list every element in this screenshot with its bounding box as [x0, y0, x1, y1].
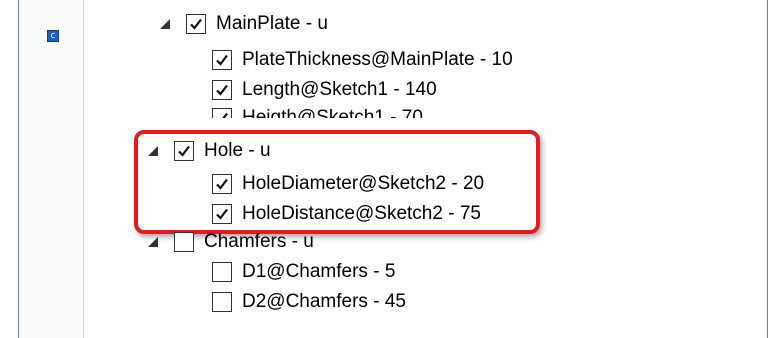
clipped-row: Heigth@Sketch1 - 70 — [200, 104, 600, 118]
tree-item-label: D1@Chamfers - 5 — [242, 261, 396, 282]
tree-item-label: D2@Chamfers - 45 — [242, 291, 406, 312]
tree-item[interactable]: D1@Chamfers - 5 — [212, 258, 395, 286]
checkbox[interactable] — [212, 292, 232, 312]
tree-item[interactable]: Length@Sketch1 - 140 — [212, 76, 437, 104]
tree-item-label: Length@Sketch1 - 140 — [242, 79, 437, 100]
checkbox[interactable] — [212, 262, 232, 282]
expand-triangle-icon[interactable] — [160, 19, 170, 29]
left-gutter: c — [19, 0, 84, 338]
expand-triangle-icon[interactable] — [148, 237, 158, 247]
checkbox[interactable] — [174, 232, 194, 252]
tree-group-mainplate[interactable]: MainPlate - u — [160, 10, 328, 38]
checkbox[interactable] — [212, 108, 232, 118]
tree-item-label: PlateThickness@MainPlate - 10 — [242, 49, 513, 70]
tree-item[interactable]: Heigth@Sketch1 - 70 — [212, 104, 423, 118]
tree-item-label: Heigth@Sketch1 - 70 — [242, 107, 423, 118]
tree-group-chamfers[interactable]: Chamfers - u — [148, 228, 314, 256]
tree-group-label: MainPlate - u — [216, 13, 328, 34]
checkbox[interactable] — [212, 80, 232, 100]
tree-group-label: Chamfers - u — [204, 231, 314, 252]
tree-item[interactable]: D2@Chamfers - 45 — [212, 288, 406, 316]
app-icon: c — [47, 30, 59, 42]
checkbox[interactable] — [186, 14, 206, 34]
highlight-box — [134, 130, 540, 234]
checkbox[interactable] — [212, 50, 232, 70]
window-frame: c MainPlate - u PlateThickness@MainPlate… — [0, 0, 774, 338]
tree-item[interactable]: PlateThickness@MainPlate - 10 — [212, 46, 513, 74]
